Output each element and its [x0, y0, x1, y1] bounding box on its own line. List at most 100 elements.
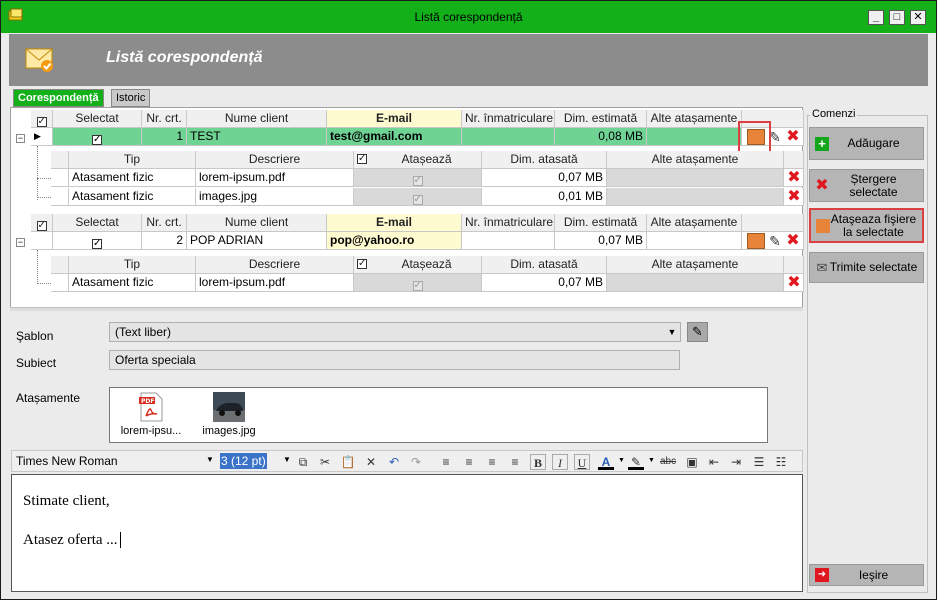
col-header-alte-atasamente[interactable]: Alte atașamente	[647, 110, 742, 128]
select-all-checkbox-cell[interactable]: ✓	[31, 214, 53, 232]
copy-icon[interactable]: ⧉	[295, 454, 311, 470]
indent-icon[interactable]: ⇥	[728, 454, 744, 470]
row-select-cell[interactable]: ✓	[53, 232, 142, 250]
underline-icon[interactable]: U	[574, 454, 590, 470]
delete-attachment-icon[interactable]: ✖	[785, 170, 803, 186]
row-select-checkbox[interactable]: ✓	[92, 239, 102, 249]
font-color-dropdown-icon[interactable]: ▼	[618, 457, 625, 464]
col-header-email[interactable]: E-mail	[327, 110, 462, 128]
paste-icon[interactable]: 📋	[340, 454, 356, 470]
align-right-icon[interactable]: ≡	[484, 454, 500, 470]
detail-col-dim-atasata[interactable]: Dim. atasată	[482, 151, 607, 169]
attachment-include-cell[interactable]: ✓	[354, 188, 482, 206]
select-all-checkbox[interactable]: ✓	[36, 221, 47, 231]
font-size-select[interactable]: 3 (12 pt)	[220, 453, 267, 469]
main-window: Listă corespondență _ □ ✕ Listă corespon…	[0, 0, 937, 600]
col-header-selectat[interactable]: Selectat	[53, 214, 142, 232]
numbered-list-icon[interactable]: ☷	[773, 454, 789, 470]
row-select-checkbox[interactable]: ✓	[92, 135, 102, 145]
send-selected-button[interactable]: ✉ Trimite selectate	[809, 252, 924, 283]
edit-pencil-icon[interactable]: ✎	[766, 233, 784, 249]
redo-icon[interactable]: ↷	[408, 454, 424, 470]
exit-button[interactable]: ➜ Ieşire	[809, 564, 924, 586]
delete-attachment-icon[interactable]: ✖	[785, 275, 803, 291]
detail-col-ataseaza[interactable]: ✓ Atașează	[354, 256, 482, 274]
detail-col-alte-atasamente[interactable]: Alte atașamente	[607, 151, 784, 169]
row-select-cell[interactable]: ✓	[53, 128, 142, 146]
detail-col-tip[interactable]: Tip	[69, 151, 196, 169]
detail-col-descriere[interactable]: Descriere	[196, 256, 354, 274]
table-row[interactable]: ▶ ✓ 1 TEST test@gmail.com 0,08 MB	[31, 128, 804, 146]
template-select[interactable]: (Text liber) ▼	[109, 322, 681, 342]
detail-col-descriere[interactable]: Descriere	[196, 151, 354, 169]
col-header-email[interactable]: E-mail	[327, 214, 462, 232]
col-header-dim-estimata[interactable]: Dim. estimată	[555, 110, 647, 128]
expand-row-1-toggle[interactable]: −	[16, 134, 25, 143]
justify-icon[interactable]: ≡	[507, 454, 523, 470]
col-header-dim-estimata[interactable]: Dim. estimată	[555, 214, 647, 232]
expand-row-2-toggle[interactable]: −	[16, 238, 25, 247]
tab-istoric[interactable]: Istoric	[111, 89, 151, 107]
delete-selected-button[interactable]: ✖ Ștergere selectate	[809, 169, 924, 202]
detail-col-ataseaza[interactable]: ✓ Atașează	[354, 151, 482, 169]
highlight-color-dropdown-icon[interactable]: ▼	[648, 457, 655, 464]
col-header-nr-crt[interactable]: Nr. crt.	[142, 214, 187, 232]
undo-icon[interactable]: ↶	[386, 454, 402, 470]
bullet-list-icon[interactable]: ☰	[751, 454, 767, 470]
font-family-dropdown-icon[interactable]: ▼	[206, 455, 214, 464]
delete-attachment-icon[interactable]: ✖	[785, 189, 803, 205]
attachment-include-checkbox[interactable]: ✓	[412, 281, 423, 291]
outdent-icon[interactable]: ⇤	[706, 454, 722, 470]
bold-icon[interactable]: B	[530, 454, 546, 470]
table-row[interactable]: ✓ 2 POP ADRIAN pop@yahoo.ro 0,07 MB	[31, 232, 804, 250]
select-all-checkbox[interactable]: ✓	[36, 117, 47, 127]
attachment-file-jpg[interactable]: images.jpg	[194, 392, 264, 437]
list-item[interactable]: Atasament fizic lorem-ipsum.pdf ✓ 0,07 M…	[51, 169, 804, 187]
add-button[interactable]: + Adăugare	[809, 127, 924, 160]
detail-col-alte-atasamente[interactable]: Alte atașamente	[607, 256, 784, 274]
list-item[interactable]: Atasament fizic lorem-ipsum.pdf ✓ 0,07 M…	[51, 274, 804, 292]
subject-field[interactable]: Oferta speciala	[109, 350, 680, 370]
delete-icon[interactable]: ✕	[363, 454, 379, 470]
col-header-selectat[interactable]: Selectat	[53, 110, 142, 128]
col-header-nr-crt[interactable]: Nr. crt.	[142, 110, 187, 128]
align-left-icon[interactable]: ≡	[438, 454, 454, 470]
col-header-nr-inmatriculare[interactable]: Nr. înmatriculare	[462, 214, 555, 232]
detail-col-dim-atasata[interactable]: Dim. atasată	[482, 256, 607, 274]
email-body-editor[interactable]: Stimate client, Atasez oferta ...	[11, 474, 803, 592]
attachment-include-cell[interactable]: ✓	[354, 274, 482, 292]
edit-template-pencil-icon[interactable]: ✎	[687, 322, 708, 342]
list-item[interactable]: Atasament fizic images.jpg ✓ 0,01 MB	[51, 188, 804, 206]
attachment-include-checkbox[interactable]: ✓	[412, 195, 423, 205]
attach-file-icon[interactable]	[747, 233, 765, 249]
insert-image-icon[interactable]: ▣	[684, 454, 700, 470]
col-header-nume-client[interactable]: Nume client	[187, 214, 327, 232]
cut-icon[interactable]: ✂	[317, 454, 333, 470]
attachment-file-pdf[interactable]: PDF lorem-ipsu...	[116, 392, 186, 437]
italic-icon[interactable]: I	[552, 454, 568, 470]
col-header-alte-atasamente[interactable]: Alte atașamente	[647, 214, 742, 232]
detail-select-all-checkbox[interactable]: ✓	[357, 154, 367, 164]
splitter-handle[interactable]	[10, 307, 803, 311]
delete-row-icon[interactable]: ✖	[784, 233, 802, 249]
align-center-icon[interactable]: ≡	[461, 454, 477, 470]
attachment-include-cell[interactable]: ✓	[354, 169, 482, 187]
font-family-select[interactable]: Times New Roman	[16, 452, 216, 470]
attachment-include-checkbox[interactable]: ✓	[412, 176, 423, 186]
font-size-dropdown-icon[interactable]: ▼	[283, 455, 291, 464]
detail-select-all-checkbox[interactable]: ✓	[357, 259, 367, 269]
minimize-button[interactable]: _	[868, 10, 884, 25]
chevron-down-icon[interactable]: ▼	[666, 326, 678, 338]
maximize-button[interactable]: □	[889, 10, 905, 25]
col-header-nr-inmatriculare[interactable]: Nr. înmatriculare	[462, 110, 555, 128]
attach-files-to-selected-button[interactable]: Ataşeaza fişiere la selectate	[809, 208, 924, 243]
detail-col-tip[interactable]: Tip	[69, 256, 196, 274]
close-button[interactable]: ✕	[910, 10, 926, 25]
highlight-color-icon[interactable]: ✎	[628, 454, 644, 470]
tab-corespondenta[interactable]: Corespondență	[13, 89, 104, 107]
select-all-checkbox-cell[interactable]: ✓	[31, 110, 53, 128]
font-color-icon[interactable]: A	[598, 454, 614, 470]
delete-row-icon[interactable]: ✖	[784, 129, 802, 145]
strikethrough-icon[interactable]: abc	[660, 454, 676, 470]
col-header-nume-client[interactable]: Nume client	[187, 110, 327, 128]
